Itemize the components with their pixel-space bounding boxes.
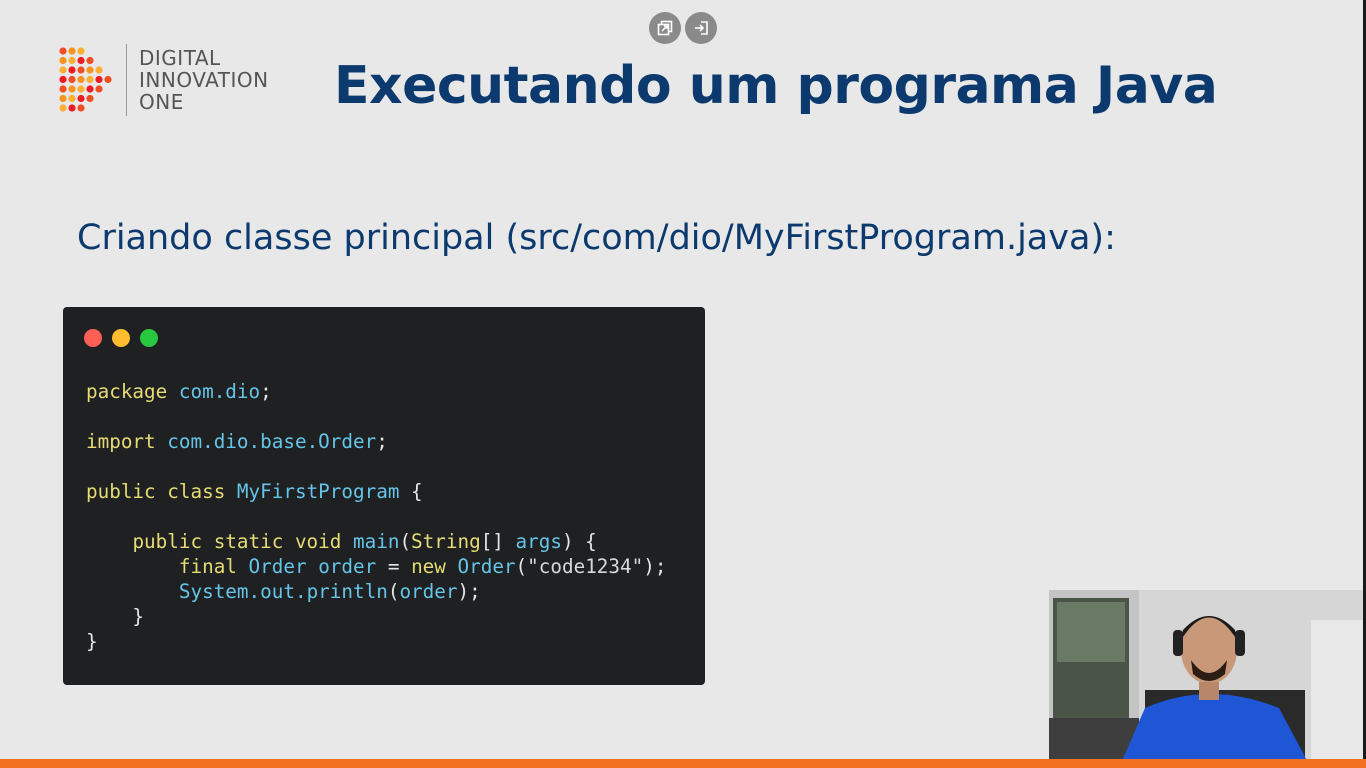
code-line: package com.dio; xyxy=(86,380,272,403)
logo-text: DIGITAL INNOVATION ONE xyxy=(139,47,269,113)
slide-subtitle: Criando classe principal (src/com/dio/My… xyxy=(77,218,1116,258)
logo-line-2: INNOVATION xyxy=(139,68,269,92)
exit-fullscreen-icon xyxy=(695,21,708,35)
presenter-image xyxy=(1049,590,1366,768)
digital-innovation-one-logo: DIGITAL INNOVATION ONE xyxy=(58,44,269,116)
popout-icon xyxy=(657,20,673,36)
code-line: } xyxy=(86,630,98,653)
minimize-dot-icon xyxy=(112,329,130,347)
code-line: final Order order = new Order("code1234"… xyxy=(178,555,667,578)
webcam-video xyxy=(1049,590,1366,768)
code-block: package com.dio; import com.dio.base.Ord… xyxy=(86,379,666,654)
logo-line-1: DIGITAL xyxy=(139,46,221,70)
slide: DIGITAL INNOVATION ONE Executando um pro… xyxy=(0,0,1366,768)
close-dot-icon xyxy=(84,329,102,347)
player-controls xyxy=(649,12,717,44)
logo-line-3: ONE xyxy=(139,90,184,114)
code-line: public class MyFirstProgram { xyxy=(86,480,423,503)
code-window: package com.dio; import com.dio.base.Ord… xyxy=(63,307,705,685)
code-line: import com.dio.base.Order; xyxy=(86,430,388,453)
code-line: } xyxy=(86,605,145,628)
logo-divider xyxy=(126,44,127,116)
code-line: public static void main(String[] args) { xyxy=(132,530,597,553)
accent-bar xyxy=(0,759,1366,768)
slide-title: Executando um programa Java xyxy=(334,56,1218,116)
maximize-dot-icon xyxy=(140,329,158,347)
exit-fullscreen-button[interactable] xyxy=(685,12,717,44)
code-line: System.out.println(order); xyxy=(178,580,481,603)
popout-button[interactable] xyxy=(649,12,681,44)
window-dots xyxy=(84,329,158,347)
logo-mark-icon xyxy=(59,47,112,112)
